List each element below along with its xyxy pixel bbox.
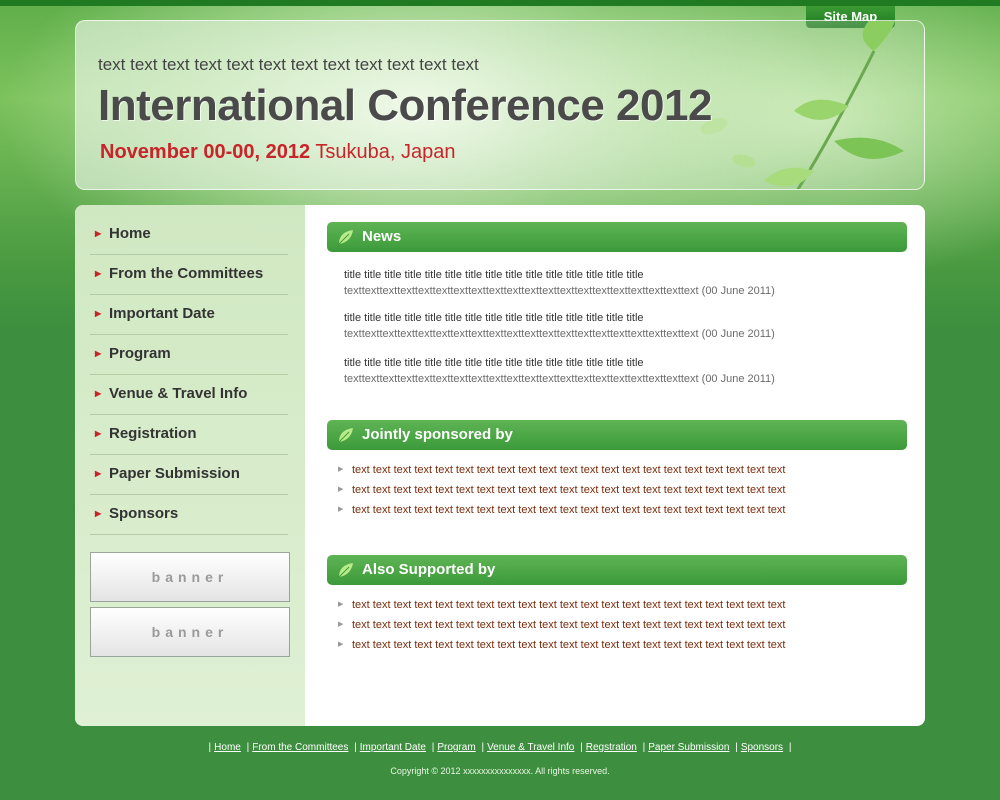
news-item-body: texttexttexttexttexttexttexttexttexttext…	[344, 373, 775, 385]
sidebar-item-label: Registration	[109, 425, 197, 442]
news-item-body: texttexttexttexttexttexttexttexttexttext…	[344, 285, 775, 297]
footer-separator: |	[735, 742, 738, 753]
sidebar-item-registration[interactable]: ▶ Registration	[90, 415, 288, 455]
footer-separator: |	[431, 742, 435, 753]
footer-link-venue[interactable]: Venue & Travel Info	[487, 742, 574, 753]
sidebar-item-label: Venue & Travel Info	[109, 385, 248, 402]
jointly-sponsored-heading-bar: Jointly sponsored by	[327, 420, 907, 450]
banner-1[interactable]: banner	[90, 552, 290, 602]
sidebar-item-important-date[interactable]: ▶ Important Date	[90, 295, 288, 335]
main-panel: ▶ Home ▶ From the Committees ▶ Important Da…	[75, 205, 925, 726]
leaf-icon	[338, 428, 353, 443]
news-item-title: title title title title title title titl…	[344, 269, 644, 281]
banner-2[interactable]: banner	[90, 607, 290, 657]
page-title: International Conference 2012	[98, 81, 712, 130]
list-item[interactable]: ▶ text text text text text text text text…	[338, 480, 898, 500]
also-supported-list: ▶ text text text text text text text text…	[338, 595, 898, 655]
header-panel: text text text text text text text text …	[75, 20, 925, 190]
footer-separator: |	[354, 742, 357, 753]
triangle-bullet-icon: ▶	[338, 466, 344, 473]
sidebar-item-label: Important Date	[109, 305, 215, 322]
triangle-bullet-icon: ▶	[95, 229, 102, 238]
news-item[interactable]: title title title title title title titl…	[344, 355, 904, 387]
footer-link-from-the-committees[interactable]: From the Committees	[252, 742, 348, 753]
triangle-bullet-icon: ▶	[95, 429, 102, 438]
list-item-text: text text text text text text text text …	[352, 639, 786, 651]
news-item-title: title title title title title title titl…	[344, 357, 644, 369]
triangle-bullet-icon: ▶	[338, 621, 344, 628]
list-item[interactable]: ▶ text text text text text text text text…	[338, 595, 898, 615]
triangle-bullet-icon: ▶	[338, 486, 344, 493]
sidebar-item-sponsors[interactable]: ▶ Sponsors	[90, 495, 288, 535]
list-item-text: text text text text text text text text …	[352, 484, 786, 496]
list-item-text: text text text text text text text text …	[352, 599, 786, 611]
news-item-title: title title title title title title titl…	[344, 312, 644, 324]
footer-link-important-date[interactable]: Important Date	[360, 742, 426, 753]
news-item-body: texttexttexttexttexttexttexttexttexttext…	[344, 328, 775, 340]
header-subtitle: text text text text text text text text …	[98, 55, 479, 74]
sidebar-item-paper-submission[interactable]: ▶ Paper Submission	[90, 455, 288, 495]
list-item[interactable]: ▶ text text text text text text text text…	[338, 635, 898, 655]
sidebar-item-label: Home	[109, 225, 151, 242]
sidebar: ▶ Home ▶ From the Committees ▶ Important Da…	[75, 205, 305, 726]
leaf-icon	[338, 563, 353, 578]
footer-link-home[interactable]: Home	[214, 742, 241, 753]
sidebar-item-program[interactable]: ▶ Program	[90, 335, 288, 375]
also-supported-heading: Also Supported by	[362, 561, 496, 578]
triangle-bullet-icon: ▶	[95, 469, 102, 478]
footer-separator: |	[246, 742, 250, 753]
news-heading: News	[362, 228, 402, 245]
footer-separator: |	[481, 742, 485, 753]
leaf-icon	[338, 230, 353, 245]
footer-nav: | Home | From the Committees | Important Da…	[0, 742, 1000, 753]
conference-location: Tsukuba, Japan	[315, 141, 456, 163]
sidebar-item-label: Program	[109, 345, 171, 362]
jointly-sponsored-heading: Jointly sponsored by	[362, 426, 513, 443]
list-item[interactable]: ▶ text text text text text text text text…	[338, 615, 898, 635]
triangle-bullet-icon: ▶	[338, 506, 344, 513]
footer-separator: |	[580, 742, 583, 753]
footer-link-registration[interactable]: Regstration	[586, 742, 637, 753]
sidebar-item-from-the-committees[interactable]: ▶ From the Committees	[90, 255, 288, 295]
footer-separator: |	[208, 742, 212, 753]
sidebar-item-venue[interactable]: ▶ Venue & Travel Info	[90, 375, 288, 415]
footer-separator: |	[788, 742, 792, 753]
triangle-bullet-icon: ▶	[95, 269, 102, 278]
footer-link-paper-submission[interactable]: Paper Submission	[648, 742, 729, 753]
jointly-sponsored-list: ▶ text text text text text text text text…	[338, 460, 898, 520]
conference-date-line: November 00-00, 2012 Tsukuba, Japan	[100, 141, 455, 164]
sidebar-item-label: Sponsors	[109, 505, 179, 522]
copyright: Copyright © 2012 xxxxxxxxxxxxxxx. All ri…	[390, 766, 610, 776]
list-item[interactable]: ▶ text text text text text text text text…	[338, 500, 898, 520]
sidebar-item-home[interactable]: ▶ Home	[90, 215, 288, 255]
sidebar-nav: ▶ Home ▶ From the Committees ▶ Important Da…	[90, 215, 288, 535]
triangle-bullet-icon: ▶	[338, 601, 344, 608]
triangle-bullet-icon: ▶	[95, 509, 102, 518]
sidebar-item-label: From the Committees	[109, 265, 264, 282]
news-item[interactable]: title title title title title title titl…	[344, 310, 904, 342]
news-heading-bar: News	[327, 222, 907, 252]
news-item[interactable]: title title title title title title titl…	[344, 267, 904, 299]
list-item-text: text text text text text text text text …	[352, 619, 786, 631]
triangle-bullet-icon: ▶	[95, 349, 102, 358]
triangle-bullet-icon: ▶	[338, 641, 344, 648]
list-item-text: text text text text text text text text …	[352, 504, 786, 516]
triangle-bullet-icon: ▶	[95, 389, 102, 398]
footer-separator: |	[642, 742, 646, 753]
footer-link-program[interactable]: Program	[437, 742, 475, 753]
sidebar-item-label: Paper Submission	[109, 465, 240, 482]
list-item-text: text text text text text text text text …	[352, 464, 786, 476]
content-area: News title title title title title title…	[305, 205, 925, 726]
footer-link-sponsors[interactable]: Sponsors	[741, 742, 783, 753]
also-supported-heading-bar: Also Supported by	[327, 555, 907, 585]
conference-date: November 00-00, 2012	[100, 141, 311, 163]
triangle-bullet-icon: ▶	[95, 309, 102, 318]
list-item[interactable]: ▶ text text text text text text text text…	[338, 460, 898, 480]
